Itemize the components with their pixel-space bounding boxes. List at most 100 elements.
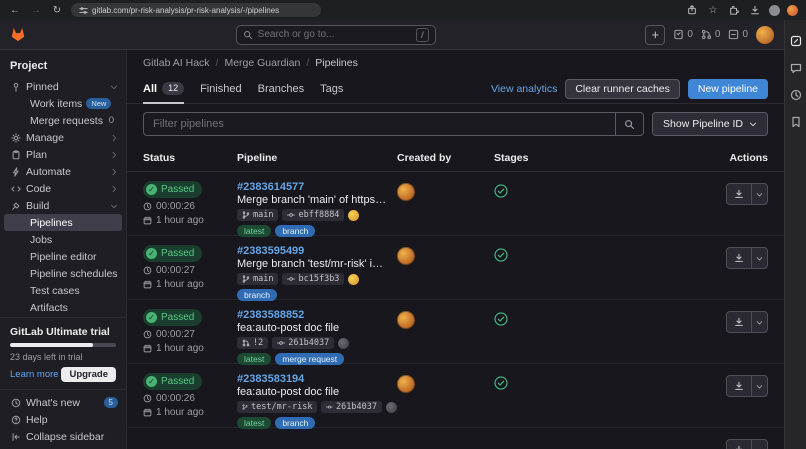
download-icon[interactable] <box>727 248 751 268</box>
tab-all[interactable]: All 12 <box>143 74 184 104</box>
whats-new-item[interactable]: What's new 5 <box>0 394 126 411</box>
sidebar-section-build[interactable]: Build <box>0 197 126 214</box>
creator-avatar[interactable] <box>397 375 415 393</box>
panel-bookmark-icon[interactable] <box>789 115 803 129</box>
stage-passed-icon[interactable] <box>494 312 508 326</box>
download-icon[interactable] <box>727 440 751 449</box>
download-artifacts-button[interactable] <box>726 183 768 205</box>
download-artifacts-button[interactable] <box>726 439 768 449</box>
branch-ref-chip[interactable]: test/mr-risk <box>237 401 317 413</box>
sidebar-item-pipelines[interactable]: Pipelines <box>4 214 122 231</box>
commit-sha-chip[interactable]: 261b4037 <box>272 337 334 349</box>
pipeline-id-link[interactable]: #2383614577 <box>237 181 397 193</box>
commit-sha-chip[interactable]: 261b4037 <box>321 401 382 413</box>
stage-passed-icon[interactable] <box>494 184 508 198</box>
collapse-sidebar-item[interactable]: Collapse sidebar <box>0 428 126 445</box>
download-icon[interactable] <box>727 376 751 396</box>
branch-ref-chip[interactable]: main <box>237 273 278 285</box>
gitlab-logo-icon[interactable] <box>10 27 26 42</box>
learn-more-link[interactable]: Learn more <box>10 369 59 380</box>
pipeline-id-link[interactable]: #2383595499 <box>237 245 397 257</box>
commit-title-link[interactable]: Merge branch 'test/mr-risk' into 'main' <box>237 258 387 270</box>
sidebar-item-work-items[interactable]: Work items New <box>4 95 122 112</box>
todos-counter[interactable]: 0 <box>728 29 748 40</box>
merge-request-ref-chip[interactable]: !2 <box>237 337 268 349</box>
download-artifacts-button[interactable] <box>726 247 768 269</box>
forward-icon[interactable]: → <box>29 3 43 17</box>
breadcrumb-group[interactable]: Gitlab AI Hack <box>143 57 210 69</box>
sidebar-item-pipeline-editor[interactable]: Pipeline editor <box>4 248 122 265</box>
breadcrumb-project[interactable]: Merge Guardian <box>224 57 300 69</box>
status-badge[interactable]: ✓Passed <box>143 181 202 198</box>
branch-ref-chip[interactable]: main <box>237 209 278 221</box>
sidebar-item-jobs[interactable]: Jobs <box>4 231 122 248</box>
user-avatar[interactable] <box>756 26 774 44</box>
chevron-down-icon[interactable] <box>751 440 767 449</box>
sidebar-item-pipeline-schedules[interactable]: Pipeline schedules <box>4 265 122 282</box>
creator-avatar[interactable] <box>397 247 415 265</box>
status-badge[interactable]: ✓Passed <box>143 373 202 390</box>
commit-title-link[interactable]: Merge branch 'main' of https://gitlab... <box>237 194 387 206</box>
panel-history-icon[interactable] <box>789 88 803 102</box>
sidebar-item-merge-requests[interactable]: Merge requests 0 <box>4 112 122 129</box>
download-icon[interactable] <box>727 312 751 332</box>
sidebar-section-pinned[interactable]: Pinned <box>0 78 126 95</box>
extensions-icon[interactable] <box>727 3 741 17</box>
tab-finished[interactable]: Finished <box>200 74 242 104</box>
clock-icon <box>143 330 152 339</box>
new-pipeline-button[interactable]: New pipeline <box>688 79 768 99</box>
downloads-icon[interactable] <box>748 3 762 17</box>
filter-search-button[interactable] <box>615 113 643 135</box>
chevron-down-icon[interactable] <box>751 184 767 204</box>
creator-avatar[interactable] <box>397 311 415 329</box>
download-artifacts-button[interactable] <box>726 311 768 333</box>
upgrade-button[interactable]: Upgrade <box>61 367 116 382</box>
back-icon[interactable]: ← <box>8 3 22 17</box>
pipeline-id-link[interactable]: #2383583194 <box>237 373 397 385</box>
sidebar-item-test-cases[interactable]: Test cases <box>4 282 122 299</box>
sidebar-item-artifacts[interactable]: Artifacts <box>4 299 122 316</box>
global-search-input[interactable]: Search or go to... / <box>236 25 436 45</box>
stage-passed-icon[interactable] <box>494 376 508 390</box>
issues-counter[interactable]: 0 <box>673 29 693 40</box>
sidebar-section-manage[interactable]: Manage <box>0 129 126 146</box>
show-pipeline-id-dropdown[interactable]: Show Pipeline ID <box>652 112 768 136</box>
panel-compose-icon[interactable] <box>789 34 803 48</box>
view-analytics-link[interactable]: View analytics <box>491 83 557 95</box>
panel-chat-icon[interactable] <box>789 61 803 75</box>
tab-tags[interactable]: Tags <box>320 74 343 104</box>
sidebar-section-code[interactable]: Code <box>0 180 126 197</box>
filter-pipelines-input[interactable] <box>144 118 615 130</box>
status-badge[interactable]: ✓Passed <box>143 309 202 326</box>
reload-icon[interactable]: ↻ <box>50 3 64 17</box>
commit-author-avatar[interactable] <box>386 402 397 413</box>
pipeline-id-link[interactable]: #2383588852 <box>237 309 397 321</box>
commit-title-link[interactable]: fea:auto-post doc file <box>237 386 387 398</box>
status-badge[interactable]: ✓Passed <box>143 245 202 262</box>
chevron-down-icon[interactable] <box>751 248 767 268</box>
address-bar[interactable]: gitlab.com/pr-risk-analysis/pr-risk-anal… <box>71 3 321 17</box>
merge-requests-counter[interactable]: 0 <box>701 29 721 40</box>
commit-author-avatar[interactable] <box>348 274 359 285</box>
clear-runner-caches-button[interactable]: Clear runner caches <box>565 79 680 99</box>
download-artifacts-button[interactable] <box>726 375 768 397</box>
commit-author-avatar[interactable] <box>338 338 349 349</box>
extension-avatar[interactable] <box>769 5 780 16</box>
bookmark-star-icon[interactable]: ☆ <box>706 3 720 17</box>
stage-passed-icon[interactable] <box>494 248 508 262</box>
creator-avatar[interactable] <box>397 183 415 201</box>
commit-sha-chip[interactable]: ebff8884 <box>282 209 344 221</box>
sidebar-section-automate[interactable]: Automate <box>0 163 126 180</box>
download-icon[interactable] <box>727 184 751 204</box>
share-icon[interactable] <box>685 3 699 17</box>
chevron-down-icon[interactable] <box>751 312 767 332</box>
commit-title-link[interactable]: fea:auto-post doc file <box>237 322 387 334</box>
sidebar-section-plan[interactable]: Plan <box>0 146 126 163</box>
chevron-down-icon[interactable] <box>751 376 767 396</box>
commit-sha-chip[interactable]: bc15f3b3 <box>282 273 344 285</box>
create-new-button[interactable]: + <box>645 25 665 45</box>
commit-author-avatar[interactable] <box>348 210 359 221</box>
help-item[interactable]: Help <box>0 411 126 428</box>
browser-profile-avatar[interactable] <box>787 5 798 16</box>
tab-branches[interactable]: Branches <box>258 74 304 104</box>
